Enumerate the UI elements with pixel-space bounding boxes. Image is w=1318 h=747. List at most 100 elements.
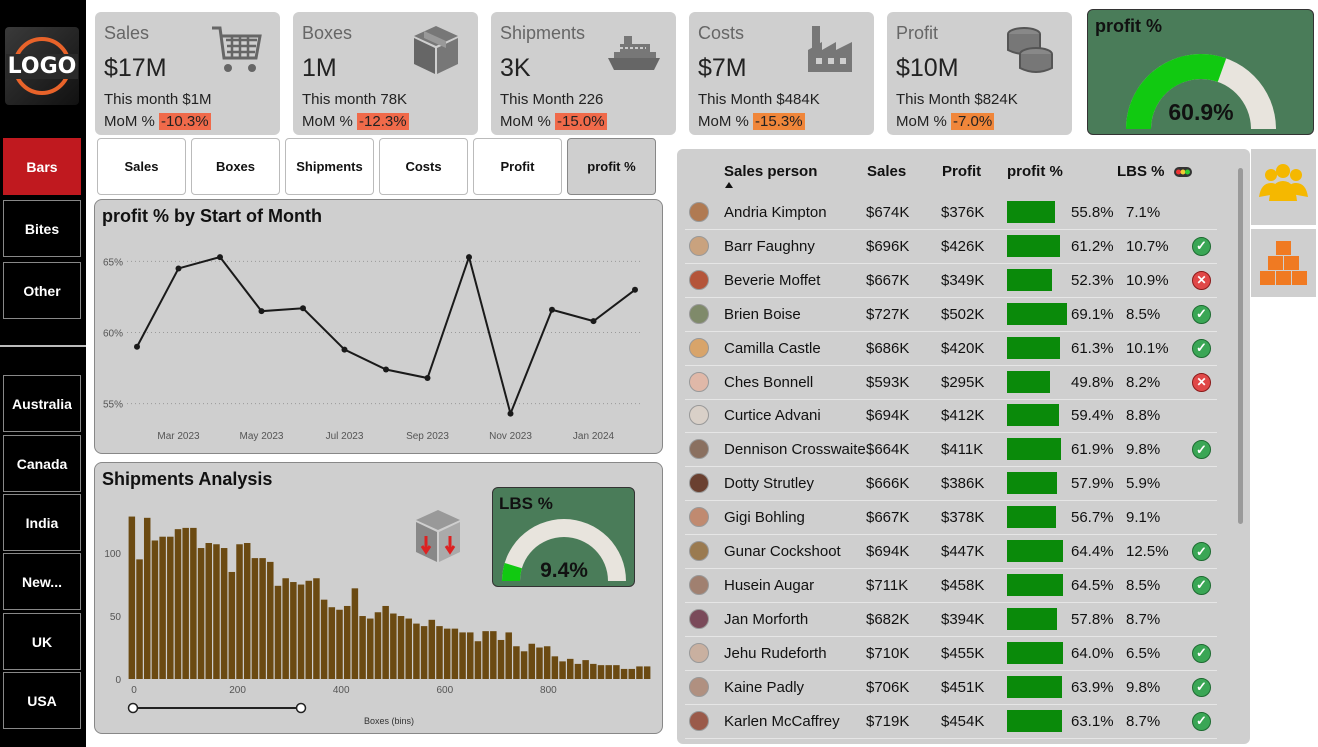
histogram-bar[interactable] xyxy=(459,632,466,679)
histogram-bar[interactable] xyxy=(436,626,443,679)
table-row[interactable]: Jehu Rudeforth $710K $455K 64.0% 6.5% ✓ xyxy=(685,637,1217,671)
histogram-bar[interactable] xyxy=(413,623,420,679)
histogram-bar[interactable] xyxy=(643,666,651,679)
histogram-bar[interactable] xyxy=(336,609,343,679)
histogram-bar[interactable] xyxy=(159,536,166,679)
line-point[interactable] xyxy=(424,375,431,382)
histogram-bar[interactable] xyxy=(474,641,482,679)
histogram-bar[interactable] xyxy=(636,666,643,679)
tab-costs[interactable]: Costs xyxy=(379,138,468,195)
histogram-bar[interactable] xyxy=(428,619,436,679)
histogram-bar[interactable] xyxy=(467,632,474,679)
category-bars-button[interactable]: Bars xyxy=(3,138,81,195)
line-point[interactable] xyxy=(217,254,223,261)
histogram-bar[interactable] xyxy=(597,665,605,679)
histogram-bar[interactable] xyxy=(259,558,266,679)
range-slider-min-handle[interactable] xyxy=(127,702,139,714)
table-row[interactable]: Andria Kimpton $674K $376K 55.8% 7.1% xyxy=(685,196,1217,230)
histogram-bar[interactable] xyxy=(574,663,582,679)
histogram-bar[interactable] xyxy=(143,517,151,679)
table-row[interactable]: Husein Augar $711K $458K 64.5% 8.5% ✓ xyxy=(685,569,1217,603)
region-india-button[interactable]: India xyxy=(3,494,81,551)
line-point[interactable] xyxy=(175,265,182,272)
histogram-bar[interactable] xyxy=(213,544,220,679)
histogram-bar[interactable] xyxy=(497,639,505,679)
histogram-bar[interactable] xyxy=(528,643,536,679)
table-row[interactable]: Kaine Padly $706K $451K 63.9% 9.8% ✓ xyxy=(685,671,1217,705)
region-usa-button[interactable]: USA xyxy=(3,672,81,729)
histogram-bar[interactable] xyxy=(297,584,305,679)
histogram-bar[interactable] xyxy=(197,548,205,679)
table-row[interactable]: Gunar Cockshoot $694K $447K 64.4% 12.5% ✓ xyxy=(685,535,1217,569)
line-point[interactable] xyxy=(549,306,555,313)
histogram-bar[interactable] xyxy=(274,585,282,679)
boxes-view-button[interactable] xyxy=(1251,229,1316,297)
histogram-bar[interactable] xyxy=(482,631,489,679)
histogram-bar[interactable] xyxy=(328,607,336,679)
histogram-bar[interactable] xyxy=(351,588,359,679)
line-point[interactable] xyxy=(590,318,597,325)
tab-boxes[interactable]: Boxes xyxy=(191,138,280,195)
header-profit-percent[interactable]: profit % xyxy=(1007,163,1063,180)
histogram-bar[interactable] xyxy=(220,548,228,679)
line-point[interactable] xyxy=(341,346,348,353)
region-australia-button[interactable]: Australia xyxy=(3,375,81,432)
tab-sales[interactable]: Sales xyxy=(97,138,186,195)
people-view-button[interactable] xyxy=(1251,149,1316,225)
histogram-bar[interactable] xyxy=(628,668,636,679)
histogram-bar[interactable] xyxy=(397,616,405,679)
histogram-bar[interactable] xyxy=(390,613,397,679)
table-row[interactable]: Beverie Moffet $667K $349K 52.3% 10.9% ✕ xyxy=(685,264,1217,298)
line-point[interactable] xyxy=(466,254,472,261)
histogram-bar[interactable] xyxy=(420,626,428,679)
histogram-bar[interactable] xyxy=(205,543,213,679)
histogram-bar[interactable] xyxy=(228,571,236,679)
line-point[interactable] xyxy=(134,343,140,350)
histogram-bar[interactable] xyxy=(520,651,528,679)
histogram-bar[interactable] xyxy=(405,618,412,679)
histogram-bar[interactable] xyxy=(151,540,159,679)
histogram-bar[interactable] xyxy=(243,543,251,679)
region-canada-button[interactable]: Canada xyxy=(3,435,81,492)
table-row[interactable]: Camilla Castle $686K $420K 61.3% 10.1% ✓ xyxy=(685,332,1217,366)
histogram-bar[interactable] xyxy=(267,561,274,679)
histogram-bar[interactable] xyxy=(490,631,497,679)
range-slider-max-handle[interactable] xyxy=(295,702,307,714)
histogram-bar[interactable] xyxy=(559,661,566,679)
table-row[interactable]: Ches Bonnell $593K $295K 49.8% 8.2% ✕ xyxy=(685,366,1217,400)
header-profit[interactable]: Profit xyxy=(942,163,981,180)
histogram-bar[interactable] xyxy=(174,529,182,679)
category-bites-button[interactable]: Bites xyxy=(3,200,81,257)
histogram-bar[interactable] xyxy=(620,668,628,679)
table-row[interactable]: Gigi Bohling $667K $378K 56.7% 9.1% xyxy=(685,501,1217,536)
header-lbs-percent[interactable]: LBS % xyxy=(1117,163,1165,180)
histogram-bar[interactable] xyxy=(282,578,289,679)
line-point[interactable] xyxy=(632,286,638,293)
table-row[interactable]: Dennison Crosswaite $664K $411K 61.9% 9.8% ✓ xyxy=(685,433,1217,468)
histogram-bar[interactable] xyxy=(374,612,382,679)
tab-profit-percent[interactable]: profit % xyxy=(567,138,656,195)
histogram-bar[interactable] xyxy=(182,527,189,679)
line-point[interactable] xyxy=(258,308,265,315)
histogram-bar[interactable] xyxy=(251,558,259,679)
region-new-zealand-button[interactable]: New... xyxy=(3,553,81,610)
histogram-bar[interactable] xyxy=(566,658,574,679)
line-point[interactable] xyxy=(300,305,306,312)
table-row[interactable]: Brien Boise $727K $502K 69.1% 8.5% ✓ xyxy=(685,298,1217,332)
line-point[interactable] xyxy=(507,410,514,417)
histogram-bar[interactable] xyxy=(290,582,297,679)
histogram-bar[interactable] xyxy=(536,647,543,679)
header-sales[interactable]: Sales xyxy=(867,163,906,180)
histogram-bar[interactable] xyxy=(343,605,351,679)
table-scrollbar[interactable] xyxy=(1238,168,1243,524)
header-sales-person[interactable]: Sales person xyxy=(724,163,817,180)
table-row[interactable]: Karlen McCaffrey $719K $454K 63.1% 8.7% ✓ xyxy=(685,705,1217,739)
line-point[interactable] xyxy=(383,366,389,373)
table-row[interactable]: Dotty Strutley $666K $386K 57.9% 5.9% xyxy=(685,467,1217,502)
tab-profit[interactable]: Profit xyxy=(473,138,562,195)
tab-shipments[interactable]: Shipments xyxy=(285,138,374,195)
histogram-bar[interactable] xyxy=(582,660,589,679)
histogram-bar[interactable] xyxy=(551,656,559,679)
histogram-bar[interactable] xyxy=(305,580,312,679)
histogram-bar[interactable] xyxy=(367,618,374,679)
